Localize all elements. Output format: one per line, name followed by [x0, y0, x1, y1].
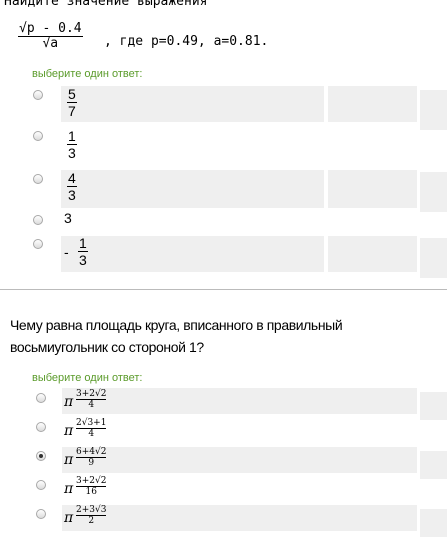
q2-option-row-bg [62, 505, 417, 531]
q1-option-2-radio[interactable] [33, 131, 43, 141]
q1-option-cell-bg [328, 236, 417, 272]
fraction-numerator: 2+3√3 [76, 505, 107, 515]
q2-option-row-bg [62, 447, 417, 473]
q2-option-4-fraction: 3+2√2 16 [76, 476, 107, 497]
q2-option-4-radio[interactable] [36, 480, 46, 490]
fraction-numerator: 3+2√2 [76, 389, 107, 399]
fraction-numerator: 4 [68, 170, 76, 186]
q2-hint: выберите один ответ: [32, 372, 143, 384]
fraction-denominator: 16 [85, 487, 97, 497]
q1-option-5-fraction: 1 3 [78, 235, 88, 268]
fraction-numerator: 5 [68, 86, 76, 102]
q2-option-1-radio[interactable] [36, 393, 46, 403]
fraction-numerator: 3+2√2 [76, 476, 107, 486]
q1-option-4-value: 3 [64, 210, 72, 226]
q2-option-3-radio[interactable] [36, 451, 46, 461]
q1-option-1-fraction: 5 7 [67, 86, 77, 119]
q1-expression-denominator: √a [42, 36, 59, 51]
fraction-denominator: 3 [68, 187, 76, 203]
q1-option-3-fraction: 4 3 [67, 170, 77, 203]
fraction-numerator: 1 [68, 128, 76, 144]
q1-side-block [420, 90, 447, 130]
fraction-denominator: 3 [68, 145, 76, 161]
q2-option-2-fraction: 2√3+1 4 [76, 418, 107, 439]
q1-option-3-radio[interactable] [33, 174, 43, 184]
q2-side-block [420, 392, 447, 420]
q1-expression-numerator: √p - 0.4 [19, 21, 82, 36]
q2-option-3-fraction: 6+4√2 9 [76, 447, 107, 468]
q2-option-2-radio[interactable] [36, 422, 46, 432]
q1-hint: выберите один ответ: [32, 68, 143, 80]
pi-symbol: π [64, 481, 74, 497]
fraction-numerator: 1 [79, 235, 87, 251]
pi-symbol: π [64, 452, 74, 468]
question-divider [0, 289, 447, 290]
q2-question-text: Чему равна площадь круга, вписанного в п… [10, 317, 343, 355]
fraction-denominator: 4 [88, 429, 95, 439]
q1-expression-tail: , где p=0.49, a=0.81. [104, 34, 269, 49]
q1-option-cell-bg [328, 170, 417, 208]
fraction-denominator: 3 [79, 252, 87, 268]
q2-side-block [420, 509, 447, 537]
q1-side-block [420, 238, 447, 278]
q2-option-row-bg [62, 388, 417, 414]
q1-expression-fraction: √p - 0.4 √a [18, 22, 83, 51]
q1-option-row-bg [61, 170, 324, 208]
q1-option-2-fraction: 1 3 [67, 128, 77, 161]
fraction-denominator: 4 [88, 400, 95, 410]
fraction-numerator: 6+4√2 [76, 447, 107, 457]
pi-symbol: π [64, 394, 74, 410]
q1-option-1-radio[interactable] [33, 90, 43, 100]
q1-option-5-sign: - [64, 244, 69, 260]
q1-title: Найдите значение выражения [4, 0, 208, 9]
q1-option-5-radio[interactable] [33, 239, 43, 249]
q1-side-block [420, 172, 447, 212]
q2-option-5-radio[interactable] [36, 509, 46, 519]
q2-option-1-fraction: 3+2√2 4 [76, 389, 107, 410]
fraction-denominator: 7 [68, 103, 76, 119]
q1-option-cell-bg [328, 86, 417, 122]
q1-option-row-bg [61, 236, 324, 272]
q1-option-row-bg [61, 86, 324, 122]
pi-symbol: π [64, 423, 74, 439]
q2-option-5-fraction: 2+3√3 2 [76, 505, 107, 526]
fraction-numerator: 2√3+1 [76, 418, 107, 428]
fraction-denominator: 2 [88, 516, 95, 526]
q2-side-block [420, 451, 447, 479]
pi-symbol: π [64, 510, 74, 526]
fraction-denominator: 9 [88, 458, 95, 468]
q1-option-4-radio[interactable] [33, 215, 43, 225]
